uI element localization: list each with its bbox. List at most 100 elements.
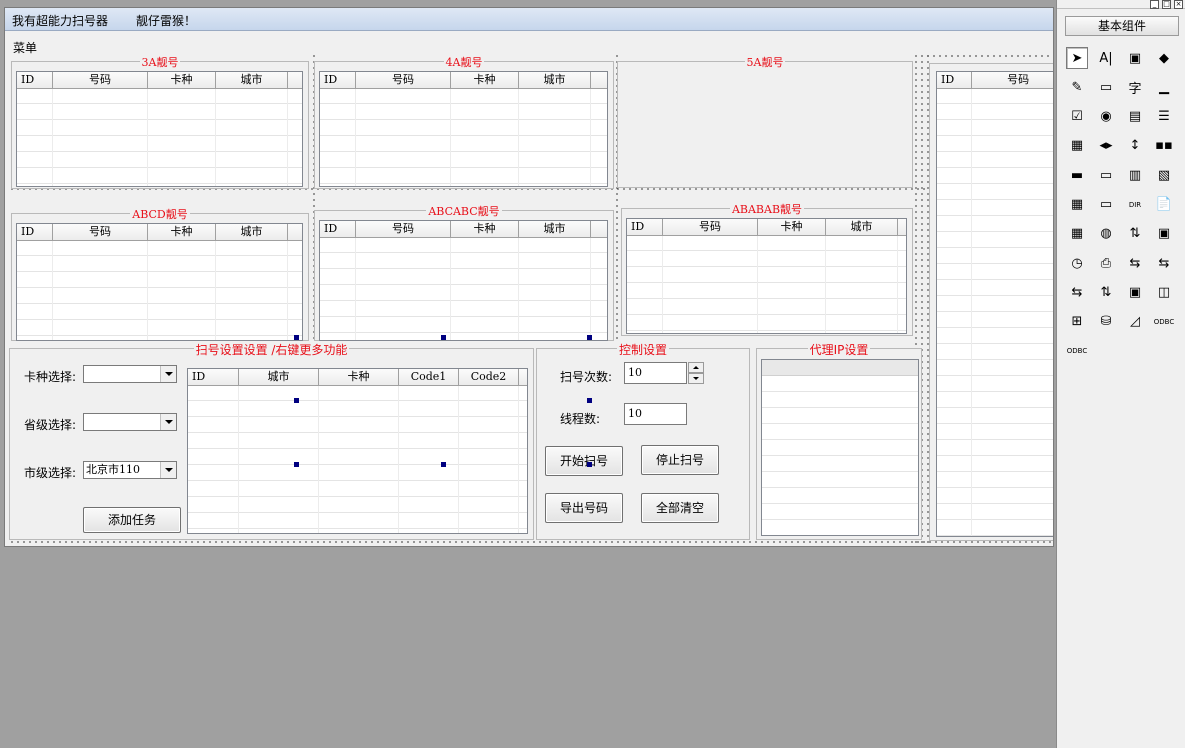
hscroll-icon[interactable]: ◂▸ <box>1095 135 1117 157</box>
col-code1[interactable]: Code1 <box>399 369 459 385</box>
status-icon[interactable]: ▣ <box>1153 223 1175 245</box>
col-id[interactable]: ID <box>17 72 53 88</box>
col-city[interactable]: 城市 <box>216 72 288 88</box>
vscroll-icon[interactable]: ↕ <box>1124 135 1146 157</box>
col-card[interactable]: 卡种 <box>148 72 216 88</box>
selection-handle[interactable] <box>441 335 446 340</box>
col-city[interactable]: 城市 <box>216 224 288 240</box>
table-ababab[interactable]: ID 号码 卡种 城市 <box>626 218 907 334</box>
table-abcd[interactable]: ID 号码 卡种 城市 <box>16 223 303 341</box>
maximize-icon[interactable]: □ <box>1162 0 1171 9</box>
col-city[interactable]: 城市 <box>826 219 898 235</box>
menu-item[interactable]: 菜单 <box>13 39 37 56</box>
tabs-icon[interactable]: ▥ <box>1124 164 1146 186</box>
image-icon[interactable]: ▣ <box>1124 47 1146 69</box>
client-icon[interactable]: ⇆ <box>1124 252 1146 274</box>
slider-icon[interactable]: ▬ <box>1066 164 1088 186</box>
dropdown-icon[interactable]: ▭ <box>1095 194 1117 216</box>
table-right[interactable]: ID 号码 <box>936 71 1053 537</box>
close-icon[interactable]: × <box>1174 0 1183 9</box>
network-icon[interactable]: ◍ <box>1095 223 1117 245</box>
file-icon[interactable]: 📄 <box>1153 194 1175 216</box>
server-icon[interactable]: ⇆ <box>1153 252 1175 274</box>
listbox-icon[interactable]: ▤ <box>1124 106 1146 128</box>
browser-icon[interactable]: ▧ <box>1153 164 1175 186</box>
col-number[interactable]: 号码 <box>972 72 1053 88</box>
stop-scan-button[interactable]: 停止扫号 <box>641 445 719 475</box>
dir-icon[interactable]: DIR <box>1124 194 1146 216</box>
shape-icon[interactable]: ◆ <box>1153 47 1175 69</box>
toolbox-header[interactable]: 基本组件 <box>1065 16 1179 36</box>
col-id[interactable]: ID <box>188 369 239 385</box>
font-icon[interactable]: 字 <box>1124 76 1146 98</box>
selection-handle[interactable] <box>587 335 592 340</box>
odbc-small-icon[interactable]: ODBC <box>1066 340 1088 362</box>
col-number[interactable]: 号码 <box>356 221 451 237</box>
col-card[interactable]: 卡种 <box>319 369 399 385</box>
city-select[interactable]: 北京市110 <box>83 461 177 479</box>
threads-input[interactable]: 10 <box>624 403 687 425</box>
selection-handle[interactable] <box>294 398 299 403</box>
spin-up-icon[interactable] <box>688 362 704 373</box>
treeview-icon[interactable]: ▦ <box>1066 135 1088 157</box>
selection-handle[interactable] <box>441 462 446 467</box>
pointer-icon[interactable]: ➤ <box>1066 47 1088 69</box>
add-task-button[interactable]: 添加任务 <box>83 507 181 533</box>
db-icon[interactable]: ⛁ <box>1095 311 1117 333</box>
panel-icon[interactable]: ▣ <box>1124 281 1146 303</box>
col-code2[interactable]: Code2 <box>459 369 519 385</box>
transfer-icon[interactable]: ⇆ <box>1066 281 1088 303</box>
col-number[interactable]: 号码 <box>53 224 148 240</box>
col-card[interactable]: 卡种 <box>758 219 826 235</box>
table-4a[interactable]: ID 号码 卡种 城市 <box>319 71 608 187</box>
label-icon[interactable]: A| <box>1095 47 1117 69</box>
table-3a[interactable]: ID 号码 卡种 城市 <box>16 71 303 187</box>
col-id[interactable]: ID <box>937 72 973 88</box>
scan-count-spinner[interactable] <box>688 362 704 384</box>
selection-handle[interactable] <box>294 335 299 340</box>
listview-icon[interactable]: ☰ <box>1153 106 1175 128</box>
col-city[interactable]: 城市 <box>519 72 591 88</box>
col-id[interactable]: ID <box>17 224 53 240</box>
col-number[interactable]: 号码 <box>356 72 451 88</box>
selection-handle[interactable] <box>294 462 299 467</box>
card-select[interactable] <box>83 365 177 383</box>
clear-all-button[interactable]: 全部清空 <box>641 493 719 523</box>
col-id[interactable]: ID <box>320 72 356 88</box>
checkbox-icon[interactable]: ☑ <box>1066 106 1088 128</box>
col-number[interactable]: 号码 <box>53 72 148 88</box>
layout-icon[interactable]: ◫ <box>1153 281 1175 303</box>
col-number[interactable]: 号码 <box>663 219 758 235</box>
db-table-icon[interactable]: ⊞ <box>1066 311 1088 333</box>
task-table[interactable]: ID 城市 卡种 Code1 Code2 <box>187 368 528 534</box>
selection-handle[interactable] <box>587 462 592 467</box>
edit-icon[interactable]: ✎ <box>1066 76 1088 98</box>
link-icon[interactable]: ⇅ <box>1095 281 1117 303</box>
chevron-down-icon[interactable] <box>160 462 176 478</box>
export-numbers-button[interactable]: 导出号码 <box>545 493 623 523</box>
col-id[interactable]: ID <box>627 219 663 235</box>
minimize-icon[interactable]: _ <box>1150 0 1159 9</box>
start-scan-button[interactable]: 开始扫号 <box>545 446 623 476</box>
col-city[interactable]: 城市 <box>239 369 319 385</box>
spin-icon[interactable]: ⇅ <box>1124 223 1146 245</box>
tab-icon[interactable]: ▭ <box>1095 164 1117 186</box>
grid-icon[interactable]: ▦ <box>1066 223 1088 245</box>
table-abcabc[interactable]: ID 号码 卡种 城市 <box>319 220 608 341</box>
chart-icon[interactable]: ◿ <box>1124 311 1146 333</box>
selection-handle[interactable] <box>587 398 592 403</box>
timer-icon[interactable]: ◷ <box>1066 252 1088 274</box>
col-id[interactable]: ID <box>320 221 356 237</box>
chevron-down-icon[interactable] <box>160 366 176 382</box>
chevron-down-icon[interactable] <box>160 414 176 430</box>
col-city[interactable]: 城市 <box>519 221 591 237</box>
col-card[interactable]: 卡种 <box>451 72 519 88</box>
odbc-icon[interactable]: ODBC <box>1153 311 1175 333</box>
calendar-icon[interactable]: ▦ <box>1066 194 1088 216</box>
printer-icon[interactable]: ⎙ <box>1095 252 1117 274</box>
col-card[interactable]: 卡种 <box>451 221 519 237</box>
province-select[interactable] <box>83 413 177 431</box>
radio-icon[interactable]: ◉ <box>1095 106 1117 128</box>
groupbox-icon[interactable]: ▭ <box>1095 76 1117 98</box>
spin-down-icon[interactable] <box>688 373 704 384</box>
